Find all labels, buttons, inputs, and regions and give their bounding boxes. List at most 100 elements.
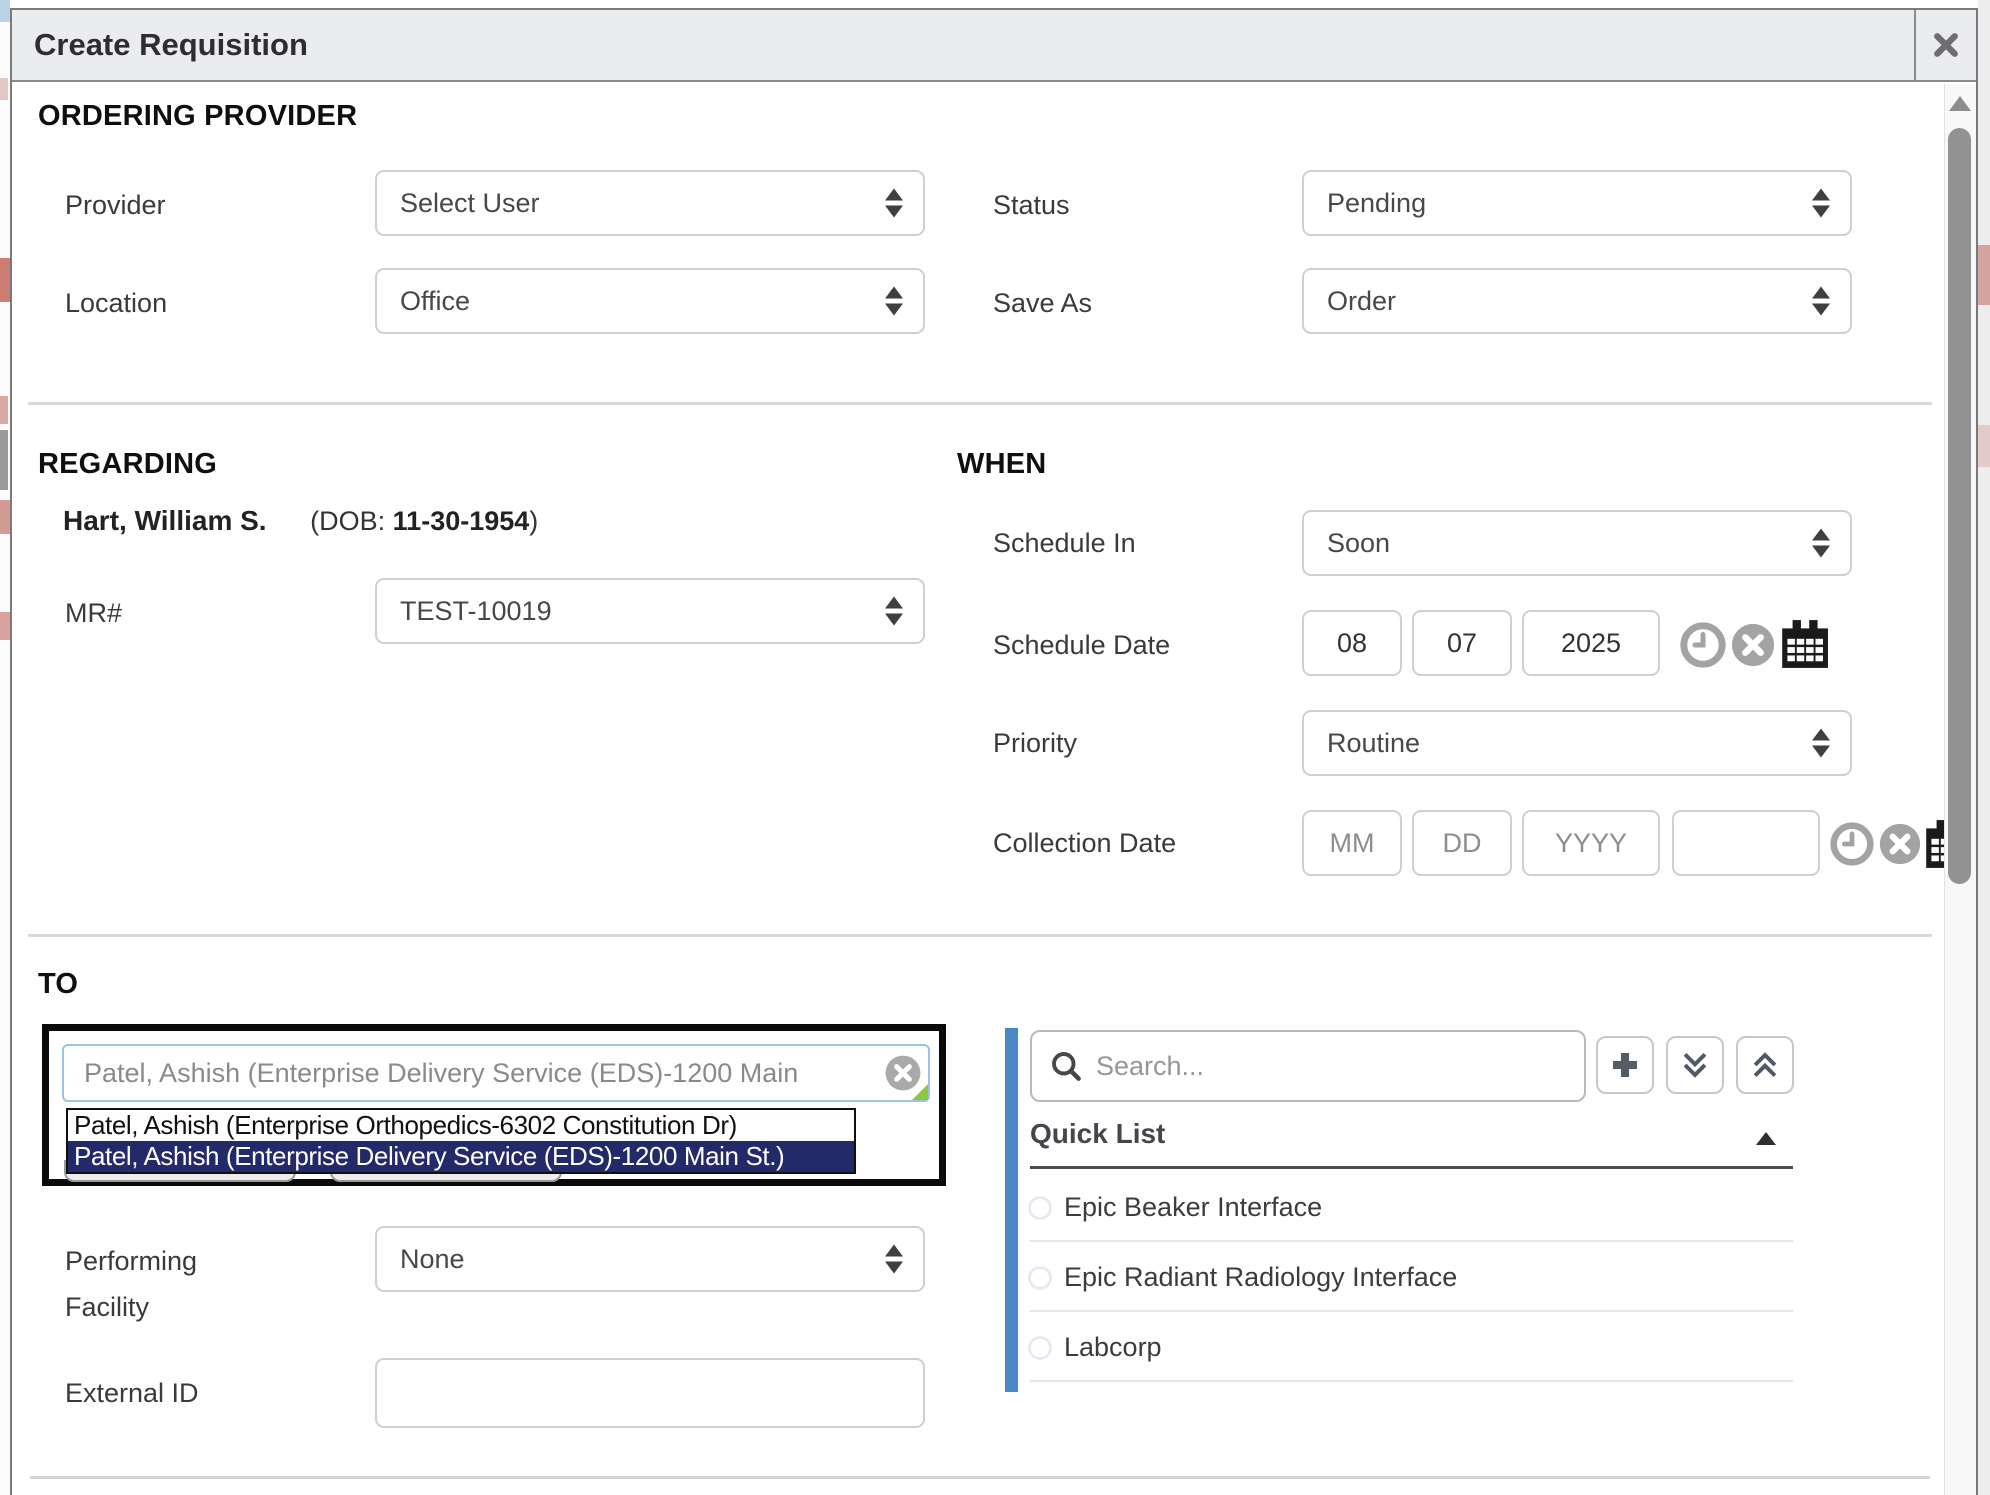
background-artifact: [0, 396, 8, 424]
select-arrows-icon: [885, 287, 903, 316]
status-label: Status: [993, 190, 1070, 221]
schedule-date-label: Schedule Date: [993, 630, 1170, 661]
recipient-suggestion-list: Patel, Ashish (Enterprise Orthopedics-63…: [66, 1108, 856, 1174]
select-arrows-icon: [1812, 189, 1830, 218]
collection-month-input[interactable]: [1302, 810, 1402, 876]
location-label: Location: [65, 288, 167, 319]
schedule-in-label: Schedule In: [993, 528, 1136, 559]
location-select-value: Office: [400, 286, 470, 317]
close-button[interactable]: [1914, 10, 1976, 80]
double-chevron-up-icon: [1748, 1048, 1782, 1082]
collection-year-input[interactable]: [1522, 810, 1660, 876]
collection-time-input[interactable]: [1672, 810, 1820, 876]
priority-select-value: Routine: [1327, 728, 1420, 759]
close-icon: [1931, 30, 1961, 60]
background-artifact: [1978, 425, 1990, 467]
schedule-date-clear-icon[interactable]: [1730, 622, 1776, 668]
status-select[interactable]: Pending: [1302, 170, 1852, 236]
schedule-in-select[interactable]: Soon: [1302, 510, 1852, 576]
expand-all-button[interactable]: [1666, 1036, 1724, 1094]
dob-suffix: ): [529, 506, 538, 536]
mr-select[interactable]: TEST-10019: [375, 578, 925, 644]
quick-list-divider: [1030, 1166, 1793, 1169]
quicklist-radio-icon[interactable]: [1028, 1266, 1052, 1290]
add-recipient-button[interactable]: [1596, 1036, 1654, 1094]
collapse-all-button[interactable]: [1736, 1036, 1794, 1094]
patient-name: Hart, William S.: [63, 505, 267, 536]
save-as-select-value: Order: [1327, 286, 1396, 317]
dob-prefix: (DOB:: [310, 506, 393, 536]
dialog-title: Create Requisition: [34, 10, 308, 80]
performing-facility-label-line2: Facility: [65, 1284, 197, 1330]
schedule-month-input[interactable]: [1302, 610, 1402, 676]
background-artifact: [0, 430, 8, 490]
schedule-date-calendar-icon[interactable]: [1778, 618, 1828, 670]
section-divider: [28, 934, 1932, 937]
collection-time-clock-icon[interactable]: [1830, 822, 1874, 866]
priority-select[interactable]: Routine: [1302, 710, 1852, 776]
performing-facility-label: Performing Facility: [65, 1238, 197, 1330]
recipient-input[interactable]: [62, 1044, 930, 1102]
collection-date-clear-icon[interactable]: [1878, 822, 1922, 866]
priority-label: Priority: [993, 728, 1077, 759]
provider-select[interactable]: Select User: [375, 170, 925, 236]
performing-facility-select-value: None: [400, 1244, 465, 1275]
ordering-provider-heading: ORDERING PROVIDER: [38, 100, 357, 133]
status-select-value: Pending: [1327, 188, 1426, 219]
list-divider: [1030, 1380, 1793, 1382]
select-arrows-icon: [1812, 729, 1830, 758]
search-input[interactable]: [1030, 1030, 1586, 1102]
schedule-day-input[interactable]: [1412, 610, 1512, 676]
select-arrows-icon: [885, 1245, 903, 1274]
quick-list-item[interactable]: Epic Beaker Interface: [1064, 1192, 1322, 1223]
provider-select-value: Select User: [400, 188, 540, 219]
scrollbar-thumb[interactable]: [1948, 128, 1971, 884]
patient-summary: Hart, William S. (DOB: 11-30-1954): [63, 505, 538, 537]
directory-accent-bar: [1005, 1028, 1018, 1392]
select-arrows-icon: [885, 189, 903, 218]
schedule-year-input[interactable]: [1522, 610, 1660, 676]
quick-list-item[interactable]: Epic Radiant Radiology Interface: [1064, 1262, 1457, 1293]
dialog-titlebar: Create Requisition: [12, 10, 1976, 82]
background-page-left: [0, 0, 10, 1495]
background-artifact: [0, 612, 10, 640]
resize-grip-icon[interactable]: [912, 1084, 928, 1100]
scrollbar-up-arrow-icon[interactable]: [1949, 96, 1971, 111]
section-divider: [30, 1476, 1930, 1479]
collection-date-label: Collection Date: [993, 828, 1176, 859]
performing-facility-select[interactable]: None: [375, 1226, 925, 1292]
suggestion-item[interactable]: Patel, Ashish (Enterprise Orthopedics-63…: [68, 1110, 854, 1141]
save-as-select[interactable]: Order: [1302, 268, 1852, 334]
schedule-in-select-value: Soon: [1327, 528, 1390, 559]
background-page-right: [1978, 0, 1990, 1495]
select-arrows-icon: [885, 597, 903, 626]
background-artifact: [0, 0, 10, 22]
to-heading: TO: [38, 968, 78, 1001]
patient-dob: 11-30-1954: [393, 506, 530, 536]
quick-list-item[interactable]: Labcorp: [1064, 1332, 1162, 1363]
external-id-input[interactable]: [375, 1358, 925, 1428]
collapse-caret-icon[interactable]: [1756, 1132, 1776, 1145]
external-id-label: External ID: [65, 1378, 199, 1409]
suggestion-item-selected[interactable]: Patel, Ashish (Enterprise Delivery Servi…: [68, 1141, 854, 1172]
collection-day-input[interactable]: [1412, 810, 1512, 876]
quicklist-radio-icon[interactable]: [1028, 1196, 1052, 1220]
save-as-label: Save As: [993, 288, 1092, 319]
section-divider: [28, 402, 1932, 405]
list-divider: [1030, 1310, 1793, 1312]
quicklist-radio-icon[interactable]: [1028, 1336, 1052, 1360]
schedule-time-clock-icon[interactable]: [1680, 622, 1726, 668]
double-chevron-down-icon: [1678, 1048, 1712, 1082]
location-select[interactable]: Office: [375, 268, 925, 334]
background-artifact: [0, 78, 8, 100]
background-artifact: [0, 500, 10, 534]
background-artifact: [1978, 245, 1990, 305]
collection-date-calendar-icon[interactable]: [1922, 818, 1944, 870]
plus-icon: [1607, 1047, 1643, 1083]
select-arrows-icon: [1812, 287, 1830, 316]
provider-label: Provider: [65, 190, 166, 221]
select-arrows-icon: [1812, 529, 1830, 558]
mr-label: MR#: [65, 598, 122, 629]
performing-facility-label-line1: Performing: [65, 1238, 197, 1284]
when-heading: WHEN: [957, 448, 1046, 481]
